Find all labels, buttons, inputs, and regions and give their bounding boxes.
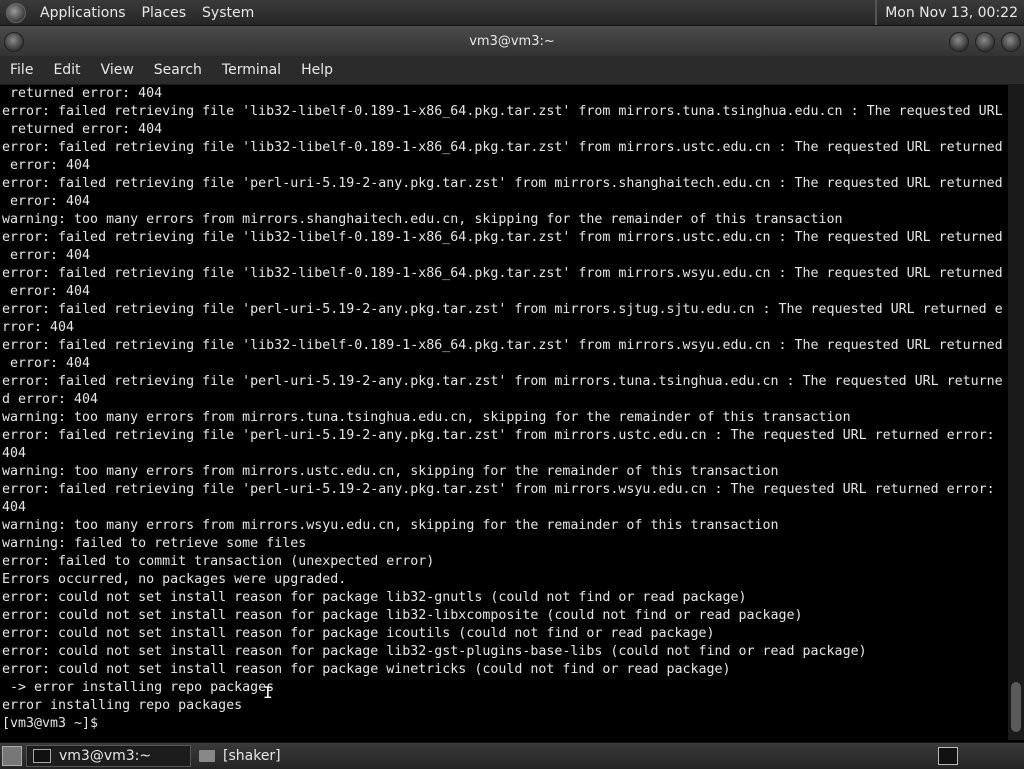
window-title: vm3@vm3:~: [469, 33, 555, 49]
taskbar-item-label: [shaker]: [223, 748, 281, 764]
terminal-output[interactable]: returned error: 404 error: failed retrie…: [0, 85, 1008, 740]
taskbar-item-label: vm3@vm3:~: [59, 748, 152, 764]
maximize-button[interactable]: [975, 32, 995, 52]
places-menu[interactable]: Places: [134, 5, 195, 21]
taskbar-item-shaker[interactable]: [shaker]: [193, 745, 358, 767]
close-button[interactable]: [1001, 32, 1021, 52]
taskbar-item-terminal[interactable]: vm3@vm3:~: [26, 745, 191, 767]
menu-file[interactable]: File: [0, 62, 43, 78]
terminal-icon: [33, 749, 51, 763]
minimize-button[interactable]: [949, 32, 969, 52]
menu-search[interactable]: Search: [144, 62, 212, 78]
menu-help[interactable]: Help: [291, 62, 343, 78]
window-menu-icon[interactable]: [4, 32, 24, 52]
window-titlebar[interactable]: vm3@vm3:~: [0, 26, 1024, 56]
bottom-panel: vm3@vm3:~ [shaker]: [0, 742, 1024, 769]
top-panel: Applications Places System Mon Nov 13, 0…: [0, 0, 1024, 26]
system-menu[interactable]: System: [194, 5, 262, 21]
terminal-text: returned error: 404 error: failed retrie…: [2, 86, 1003, 731]
applications-menu[interactable]: Applications: [32, 5, 134, 21]
clock[interactable]: Mon Nov 13, 00:22: [875, 0, 1024, 25]
terminal-scrollbar[interactable]: [1008, 85, 1024, 740]
menu-edit[interactable]: Edit: [43, 62, 90, 78]
distro-logo-icon[interactable]: [6, 2, 26, 23]
show-desktop-icon[interactable]: [2, 746, 22, 766]
terminal-menubar: File Edit View Search Terminal Help: [0, 56, 1024, 85]
scrollbar-thumb[interactable]: [1011, 682, 1021, 732]
mouse-text-cursor-icon: I: [263, 683, 273, 702]
menu-view[interactable]: View: [91, 62, 144, 78]
workspace-switcher-icon[interactable]: [938, 747, 958, 765]
folder-icon: [199, 750, 215, 762]
menu-terminal[interactable]: Terminal: [212, 62, 291, 78]
